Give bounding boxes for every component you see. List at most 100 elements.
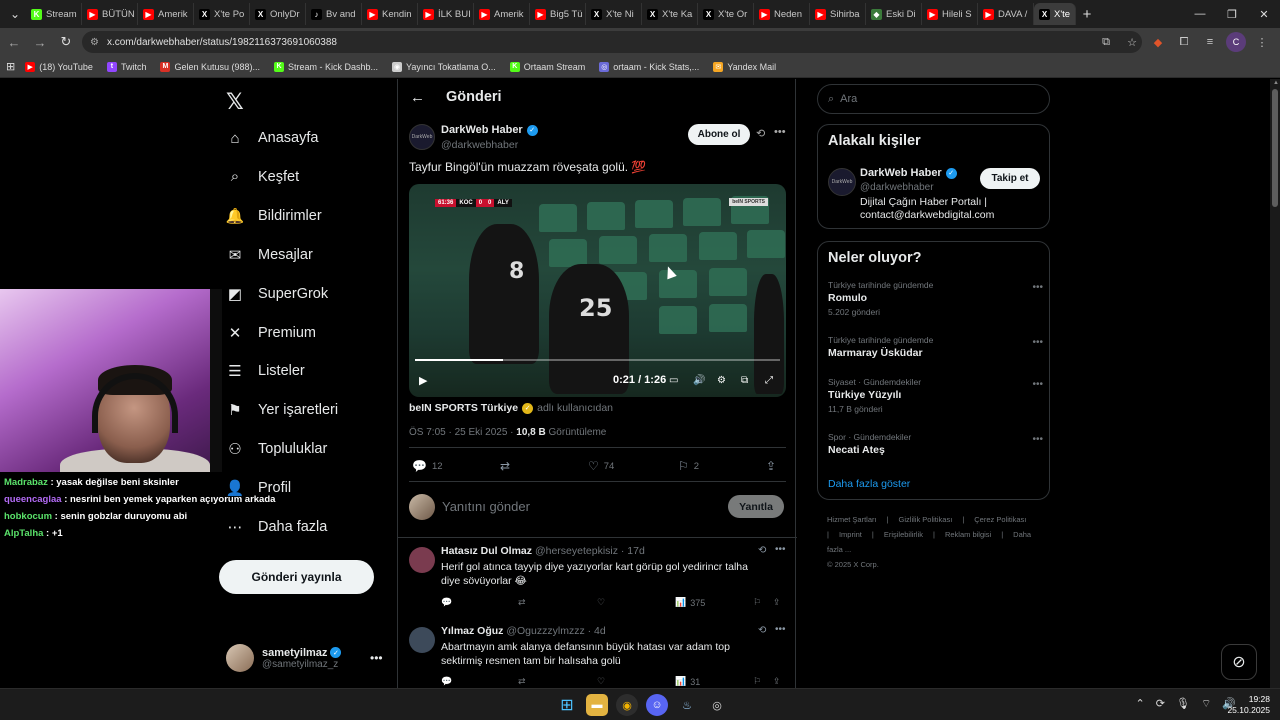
footer-link[interactable]: Gizlilik Politikası [899,515,953,524]
x-logo-icon[interactable]: 𝕏 [226,89,244,115]
tab-10[interactable]: X X'te Ni [586,3,642,25]
tab-4[interactable]: X OnlyDr [250,3,306,25]
captions-icon[interactable]: ▭ [669,375,678,386]
footer-link[interactable]: Imprint [839,530,862,539]
trend-more-icon[interactable]: ••• [1032,379,1043,390]
obs-icon[interactable]: ◎ [706,694,728,716]
reply-author-row[interactable]: Hatasız Dul Olmaz @herseyetepkisiz · 17d [441,545,645,557]
reply-action[interactable]: 💬 12 [412,459,443,473]
tab-9[interactable]: ▶ Big5 Tü [530,3,586,25]
tab-6[interactable]: ▶ Kendin [362,3,418,25]
tab-8[interactable]: ▶ Amerik [474,3,530,25]
settings-gear-icon[interactable]: ⚙ [717,375,726,386]
bookmark-action[interactable]: ⚐ [753,597,761,608]
extensions-puzzle-icon[interactable]: ⧠ [1174,32,1194,52]
bookmark-item[interactable]: ◎ ortaam - Kick Stats,... [599,61,699,72]
tab-2[interactable]: ▶ Amerik [138,3,194,25]
extension-icon[interactable]: ◆ [1148,32,1168,52]
trend-more-icon[interactable]: ••• [1032,337,1043,348]
video-progress-bar[interactable] [415,359,780,361]
views-action[interactable]: 📊 31 [675,676,700,687]
nav-item-8[interactable]: ⚇ Topluluklar [226,434,327,464]
nav-item-4[interactable]: ◩ SuperGrok [226,279,328,309]
new-tab-button[interactable]: + [1076,6,1098,23]
grok-fab-icon[interactable]: ⊘ [1221,644,1257,680]
tab-7[interactable]: ▶ İLK BUI [418,3,474,25]
trend-item[interactable]: Türkiye tarihinde gündemde Romulo 5.202 gö… [828,280,1043,317]
media-controls-icon[interactable]: ≡ [1200,32,1220,52]
heart-action[interactable]: ♡ [597,597,605,608]
bookmark-item[interactable]: ✉ Yandex Mail [713,61,776,72]
bookmark-item[interactable]: ▶ (18) YouTube [25,61,93,72]
post-button[interactable]: Gönderi yayınla [219,560,374,594]
video-player[interactable]: 8 25 61:36 KOC 0 0 ALY beIN SPORTS ▶ 0:2… [409,184,786,397]
back-icon[interactable]: ← [2,30,26,54]
footer-link[interactable]: Hizmet Şartları [827,515,877,524]
author-name-row[interactable]: DarkWeb Haber ✓ [441,124,538,136]
grok-icon[interactable]: ⟲ [758,625,766,636]
footer-link[interactable]: Çerez Politikası [974,515,1026,524]
windows-start-icon[interactable]: ⊞ [556,694,578,716]
author-avatar[interactable]: DarkWeb [409,124,435,150]
tab-1[interactable]: ▶ BÜTÜN [82,3,138,25]
url-input[interactable]: ⚙ x.com/darkwebhaber/status/198211637369… [82,31,1142,53]
reply-action[interactable]: 💬 [441,597,452,608]
footer-link[interactable]: Reklam bilgisi [945,530,991,539]
reply-input[interactable]: Yanıtını gönder [442,499,530,514]
chrome-icon[interactable]: ◉ [616,694,638,716]
reply-action[interactable]: 💬 [441,676,452,687]
install-app-icon[interactable]: ⧉ [1096,32,1116,52]
bookmark-item[interactable]: M Gelen Kutusu (988)... [160,61,260,72]
tab-14[interactable]: ▶ Sihirba [810,3,866,25]
follow-button[interactable]: Takip et [980,168,1040,189]
search-input[interactable]: ⌕ Ara [817,84,1050,114]
nav-item-1[interactable]: ⌕ Keşfet [226,162,299,192]
repost-action[interactable]: ⇄ [500,459,515,473]
tab-search-icon[interactable]: ⌄ [4,4,26,24]
bookmark-item[interactable]: K Ortaam Stream [509,61,585,72]
apps-grid-icon[interactable]: ⊞ [6,60,15,73]
more-options-icon[interactable]: ••• [775,624,786,635]
forward-icon[interactable]: → [28,30,52,54]
scrollbar-thumb[interactable] [1272,89,1278,207]
trend-more-icon[interactable]: ••• [1032,434,1043,445]
scrollbar[interactable]: ▲ [1270,79,1280,688]
share-action[interactable]: ⇪ [773,597,781,608]
pip-icon[interactable]: ⧉ [741,375,748,386]
footer-link[interactable]: Erişilebilirlik [884,530,923,539]
nav-item-5[interactable]: ✕ Premium [226,318,316,348]
account-more-icon[interactable]: ••• [370,651,383,665]
tray-expand-icon[interactable]: ⌃ [1136,697,1145,711]
reply-button[interactable]: Yanıtla [728,495,784,518]
tab-3[interactable]: X X'te Po [194,3,250,25]
site-info-icon[interactable]: ⚙ [90,37,99,48]
profile-avatar[interactable]: C [1226,32,1246,52]
share-action[interactable]: ⇪ [766,459,776,473]
scroll-up-icon[interactable]: ▲ [1273,80,1279,86]
views-action[interactable]: 📊 375 [675,597,705,608]
bookmark-action[interactable]: ⚐ [753,676,761,687]
play-icon[interactable]: ▶ [419,374,427,387]
network-icon[interactable]: ⟳ [1156,697,1165,711]
trend-item[interactable]: Türkiye tarihinde gündemde Marmaray Üsküd… [828,335,1043,359]
tab-16[interactable]: ▶ Hileli S [922,3,978,25]
account-switcher[interactable]: sametyilmaz ✓ @sametyilmaz_z [226,644,342,672]
discord-icon[interactable]: ☺ [646,694,668,716]
nav-item-6[interactable]: ☰ Listeler [226,356,304,386]
tab-11[interactable]: X X'te Ka [642,3,698,25]
bookmark-item[interactable]: t Twitch [106,61,146,72]
like-action[interactable]: ♡ 74 [588,459,614,473]
trend-item[interactable]: Siyaset · Gündemdekiler Türkiye Yüzyılı 11… [828,377,1043,414]
tab-15[interactable]: ◆ Eski Di [866,3,922,25]
minimize-icon[interactable]: — [1184,0,1216,28]
repost-action[interactable]: ⇄ [518,597,526,608]
grok-icon[interactable]: ⟲ [756,127,765,140]
footer-link[interactable]: © 2025 X Corp. [827,560,879,569]
avatar[interactable] [409,627,435,653]
avatar[interactable]: DarkWeb [828,168,856,196]
share-action[interactable]: ⇪ [773,676,781,687]
bookmark-action[interactable]: ⚐ 2 [678,459,699,473]
related-name-row[interactable]: DarkWeb Haber ✓ [860,167,957,179]
wifi-icon[interactable]: ⌔ [1201,697,1211,711]
more-options-icon[interactable]: ••• [775,544,786,555]
